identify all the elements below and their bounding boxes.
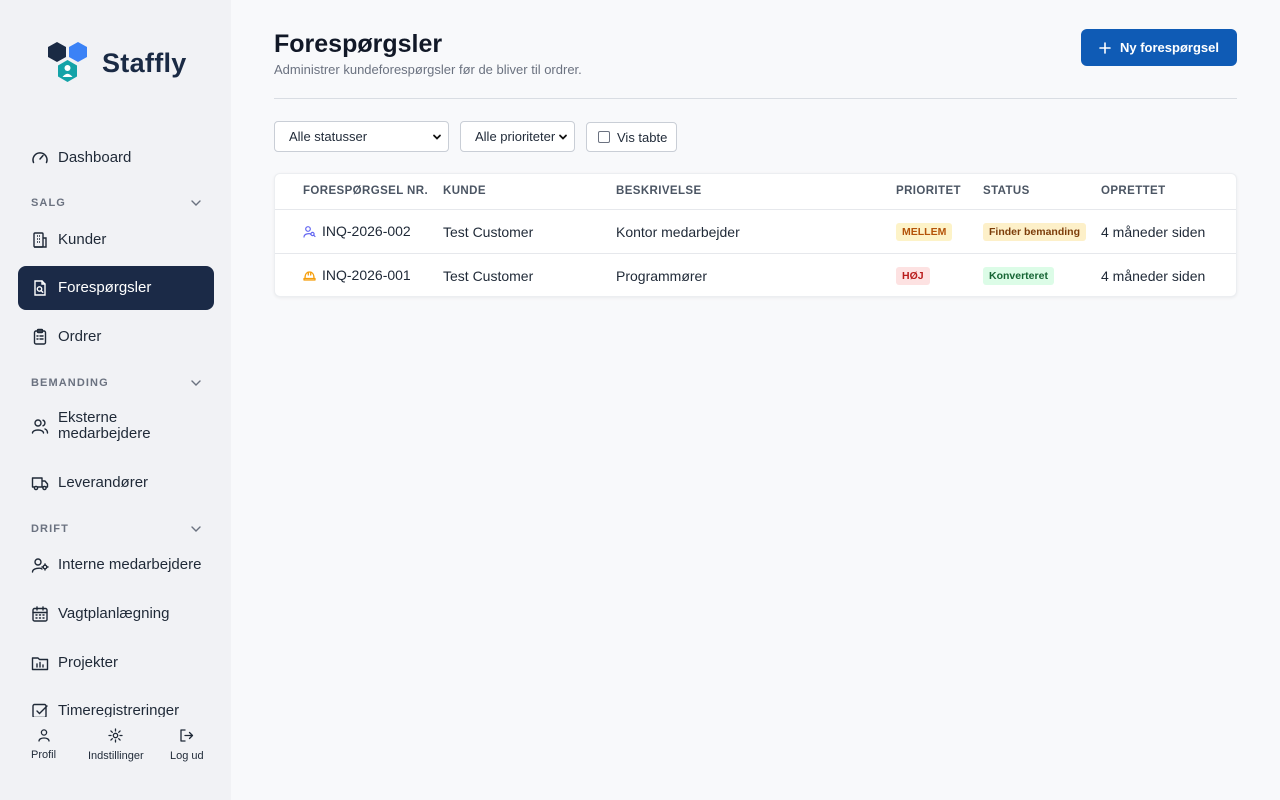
page-subtitle: Administrer kundeforespørgsler før de bl… <box>274 62 582 77</box>
profile-button[interactable]: Profil <box>31 728 56 761</box>
inquiry-number: INQ-2026-002 <box>322 223 411 239</box>
sidebar-item-forespoergsler[interactable]: Forespørgsler <box>18 266 214 310</box>
square-check-icon <box>31 702 49 717</box>
sidebar-item-dashboard[interactable]: Dashboard <box>18 136 214 180</box>
inquiries-table: FORESPØRGSEL NR. KUNDE BESKRIVELSE PRIOR… <box>274 173 1237 297</box>
folder-chart-icon <box>31 654 49 672</box>
section-label: BEMANDING <box>31 377 109 389</box>
page-title: Forespørgsler <box>274 30 443 58</box>
settings-button[interactable]: Indstillinger <box>88 728 144 762</box>
gauge-icon <box>31 149 49 167</box>
column-header-kunde[interactable]: KUNDE <box>443 185 486 197</box>
sidebar-item-kunder[interactable]: Kunder <box>18 218 214 262</box>
priority-badge: HØJ <box>896 267 930 285</box>
inquiry-number-cell: INQ-2026-002 <box>303 223 411 239</box>
section-label: SALG <box>31 197 66 209</box>
hard-hat-icon <box>303 269 316 282</box>
priority-filter-value: Alle prioriteter <box>475 129 556 144</box>
gear-icon <box>108 728 123 743</box>
sidebar-footer: Profil Indstillinger Log ud <box>0 718 231 800</box>
file-search-icon <box>31 279 49 297</box>
priority-badge: MELLEM <box>896 223 953 241</box>
sidebar-item-label: Projekter <box>58 654 119 671</box>
sidebar-item-label: Vagtplanlægning <box>58 605 170 622</box>
settings-label: Indstillinger <box>88 750 144 762</box>
description-cell: Kontor medarbejder <box>616 224 740 240</box>
sidebar-item-label: Dashboard <box>58 149 132 166</box>
column-header-prioritet[interactable]: PRIORITET <box>896 185 961 197</box>
show-lost-checkbox[interactable] <box>598 131 610 143</box>
sidebar-item-label: Kunder <box>58 231 107 248</box>
chevron-down-icon <box>191 200 201 206</box>
description-cell: Programmører <box>616 268 708 284</box>
column-header-beskrivelse[interactable]: BESKRIVELSE <box>616 185 702 197</box>
show-lost-toggle[interactable]: Vis tabte <box>586 122 677 152</box>
customer-cell: Test Customer <box>443 224 534 240</box>
user-icon <box>37 729 50 742</box>
logout-label: Log ud <box>170 750 204 762</box>
new-inquiry-button[interactable]: Ny forespørgsel <box>1081 29 1237 66</box>
show-lost-label: Vis tabte <box>617 129 668 145</box>
sidebar-item-ordrer[interactable]: Ordrer <box>18 315 214 359</box>
section-salg-toggle[interactable]: SALG <box>31 195 201 211</box>
app-name: Staffly <box>102 47 187 78</box>
priority-filter-select[interactable]: Alle prioriteter <box>460 121 575 152</box>
table-row[interactable]: INQ-2026-002 Test Customer Kontor medarb… <box>275 209 1236 253</box>
sidebar-item-projekter[interactable]: Projekter <box>18 641 214 685</box>
sidebar-item-label: Timeregistreringer <box>58 702 180 718</box>
created-cell: 4 måneder siden <box>1101 268 1206 284</box>
user-search-icon <box>303 225 316 238</box>
customer-cell: Test Customer <box>443 268 534 284</box>
profile-label: Profil <box>31 749 57 761</box>
chevron-down-icon <box>433 134 441 140</box>
sidebar-item-leverandoerer[interactable]: Leverandører <box>18 461 214 505</box>
inquiry-number: INQ-2026-001 <box>322 267 411 283</box>
clipboard-list-icon <box>31 328 49 346</box>
log-out-icon <box>180 729 194 742</box>
sidebar-item-vagtplanlaegning[interactable]: Vagtplanlægning <box>18 592 214 636</box>
sidebar-item-label: Ordrer <box>58 328 102 345</box>
sidebar: Staffly Dashboard SALG Kunder Forespørgs… <box>0 0 231 800</box>
chevron-down-icon <box>191 526 201 532</box>
status-filter-value: Alle statusser <box>289 129 368 144</box>
column-header-oprettet[interactable]: OPRETTET <box>1101 185 1166 197</box>
chevron-down-icon <box>191 380 201 386</box>
sidebar-item-label: Eksterne medarbejdere <box>58 409 151 442</box>
inquiry-number-cell: INQ-2026-001 <box>303 267 411 283</box>
sidebar-item-interne-medarbejdere[interactable]: Interne medarbejdere <box>18 543 214 587</box>
created-cell: 4 måneder siden <box>1101 224 1206 240</box>
building-icon <box>31 231 49 249</box>
truck-icon <box>31 474 49 492</box>
status-filter-select[interactable]: Alle statusser <box>274 121 449 152</box>
section-bemanding-toggle[interactable]: BEMANDING <box>31 375 201 391</box>
sidebar-nav[interactable]: Dashboard SALG Kunder Forespørgsler Ordr… <box>0 130 231 717</box>
column-header-nr[interactable]: FORESPØRGSEL NR. <box>303 185 428 197</box>
status-badge: Konverteret <box>983 267 1054 285</box>
column-header-status[interactable]: STATUS <box>983 185 1030 197</box>
staffly-logo-icon <box>48 42 87 82</box>
header-divider <box>274 98 1237 99</box>
section-label: DRIFT <box>31 523 69 535</box>
new-inquiry-label: Ny forespørgsel <box>1120 40 1219 55</box>
user-cog-icon <box>31 556 49 574</box>
table-row[interactable]: INQ-2026-001 Test Customer Programmører … <box>275 253 1236 297</box>
logout-button[interactable]: Log ud <box>170 728 204 762</box>
sidebar-item-eksterne-medarbejdere[interactable]: Eksterne medarbejdere <box>18 396 214 456</box>
sidebar-item-label: Leverandører <box>58 474 149 491</box>
sidebar-item-label: Forespørgsler <box>58 279 152 296</box>
status-badge: Finder bemanding <box>983 223 1087 241</box>
chevron-down-icon <box>559 134 567 140</box>
calendar-icon <box>31 605 49 623</box>
sidebar-item-timeregistreringer[interactable]: Timeregistreringer <box>18 689 214 717</box>
logo[interactable]: Staffly <box>46 40 187 86</box>
plus-icon <box>1099 41 1111 54</box>
sidebar-item-label: Interne medarbejdere <box>58 556 202 573</box>
section-drift-toggle[interactable]: DRIFT <box>31 521 201 537</box>
users-icon <box>31 417 49 435</box>
